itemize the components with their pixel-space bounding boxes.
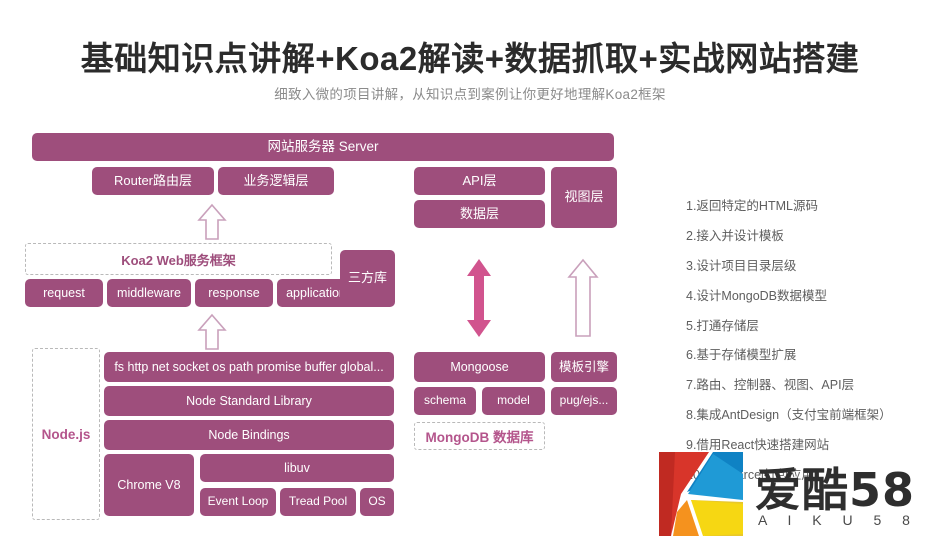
server-bar: 网站服务器 Server [32, 133, 614, 161]
koa-part-response: response [195, 279, 273, 307]
third-party-library-box: 三方库 [340, 250, 395, 307]
event-loop-box: Event Loop [200, 488, 276, 516]
logo-text-en: A I K U 5 8 [758, 512, 919, 528]
mongoose-box: Mongoose [414, 352, 545, 382]
api-layer-box: API层 [414, 167, 545, 195]
list-item: 4.设计MongoDB数据模型 [686, 288, 828, 303]
view-layer-box: 视图层 [551, 167, 617, 228]
list-item: 1.返回特定的HTML源码 [686, 199, 818, 213]
thread-pool-box: Tread Pool [280, 488, 356, 516]
koa-framework-container: Koa2 Web服务框架 [25, 243, 332, 275]
business-layer-box: 业务逻辑层 [218, 167, 334, 195]
up-arrow-outline-left-top [196, 203, 228, 241]
logo-text-cn: 爱酷58 [755, 463, 916, 517]
node-modules-box: fs http net socket os path promise buffe… [104, 352, 394, 382]
data-layer-box: 数据层 [414, 200, 545, 228]
template-engine-box: 模板引擎 [551, 352, 617, 382]
list-item: 8.集成AntDesign（支付宝前端框架） [686, 408, 892, 423]
up-arrow-outline-right [566, 258, 600, 338]
koa-part-middleware: middleware [107, 279, 191, 307]
schema-box: schema [414, 387, 476, 415]
chrome-v8-box: Chrome V8 [104, 454, 194, 516]
model-box: model [482, 387, 545, 415]
up-down-arrow-filled [462, 258, 496, 338]
nodejs-container: Node.js [32, 348, 100, 520]
list-item: 2.接入并设计模板 [686, 228, 784, 243]
list-item: 6.基于存储模型扩展 [686, 348, 797, 363]
site-logo: 爱酷58 A I K U 5 8 [657, 450, 940, 542]
list-item: 3.设计项目目录层级 [686, 258, 797, 273]
os-box: OS [360, 488, 394, 516]
router-layer-box: Router路由层 [92, 167, 214, 195]
page-title: 基础知识点讲解+Koa2解读+数据抓取+实战网站搭建 [80, 40, 860, 77]
koa-part-request: request [25, 279, 103, 307]
node-bindings-box: Node Bindings [104, 420, 394, 450]
mongodb-container: MongoDB 数据库 [414, 422, 545, 450]
pug-ejs-box: pug/ejs... [551, 387, 617, 415]
up-arrow-outline-left-bottom [196, 313, 228, 351]
list-item: 5.打通存储层 [686, 318, 759, 333]
list-item: 7.路由、控制器、视图、API层 [686, 378, 855, 393]
node-standard-library-box: Node Standard Library [104, 386, 394, 416]
page-subtitle: 细致入微的项目讲解，从知识点到案例让你更好地理解Koa2框架 [274, 87, 666, 102]
k-logo-icon [657, 450, 745, 543]
libuv-box: libuv [200, 454, 394, 482]
